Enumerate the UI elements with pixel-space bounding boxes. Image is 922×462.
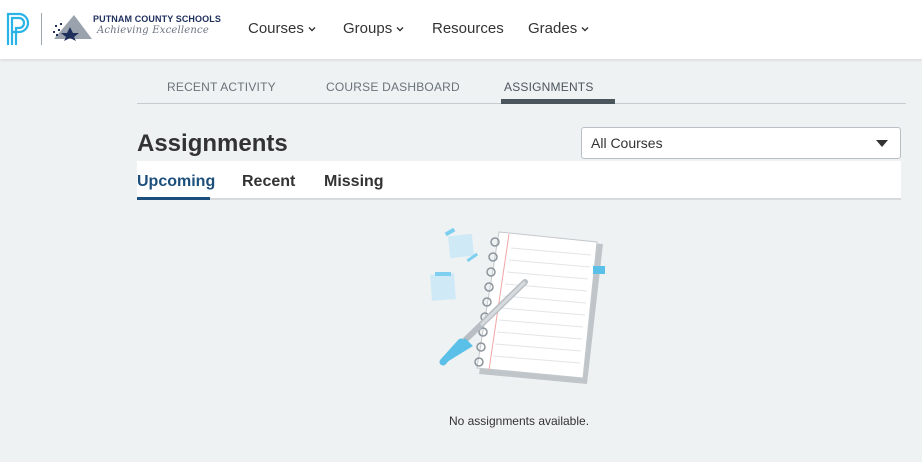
nav-grades[interactable]: Grades xyxy=(528,20,589,37)
nav-grades-label: Grades xyxy=(528,20,578,37)
nav-resources[interactable]: Resources xyxy=(432,20,504,37)
powerschool-p-icon[interactable] xyxy=(6,12,32,46)
nav-courses-label: Courses xyxy=(248,20,304,37)
active-subtab-indicator xyxy=(137,197,210,200)
active-tab-indicator xyxy=(501,99,615,104)
school-motto: Achieving Excellence xyxy=(97,25,209,36)
logo-divider xyxy=(41,13,42,45)
page-title: Assignments xyxy=(137,130,288,157)
top-navigation-bar: PUTNAM COUNTY SCHOOLS Achieving Excellen… xyxy=(0,0,922,59)
subtab-missing[interactable]: Missing xyxy=(324,173,384,191)
nav-courses[interactable]: Courses xyxy=(248,20,316,37)
subtab-recent[interactable]: Recent xyxy=(242,173,295,191)
notebook-illustration xyxy=(430,227,605,384)
chevron-down-icon xyxy=(581,26,589,31)
course-filter-value: All Courses xyxy=(591,135,663,151)
nav-resources-label: Resources xyxy=(432,20,504,37)
tab-recent-activity[interactable]: RECENT ACTIVITY xyxy=(167,80,276,94)
subtab-upcoming[interactable]: Upcoming xyxy=(137,173,215,191)
nav-groups-label: Groups xyxy=(343,20,393,37)
caret-down-icon xyxy=(876,140,888,147)
course-filter-select[interactable]: All Courses xyxy=(581,127,901,159)
school-name: PUTNAM COUNTY SCHOOLS xyxy=(93,14,221,24)
school-logo-icon xyxy=(53,15,92,41)
tab-course-dashboard[interactable]: COURSE DASHBOARD xyxy=(326,80,460,94)
tab-assignments[interactable]: ASSIGNMENTS xyxy=(504,80,594,94)
chevron-down-icon xyxy=(396,26,404,31)
chevron-down-icon xyxy=(308,26,316,31)
empty-state-message: No assignments available. xyxy=(448,414,590,428)
subtab-divider xyxy=(137,198,901,200)
nav-groups[interactable]: Groups xyxy=(343,20,404,37)
